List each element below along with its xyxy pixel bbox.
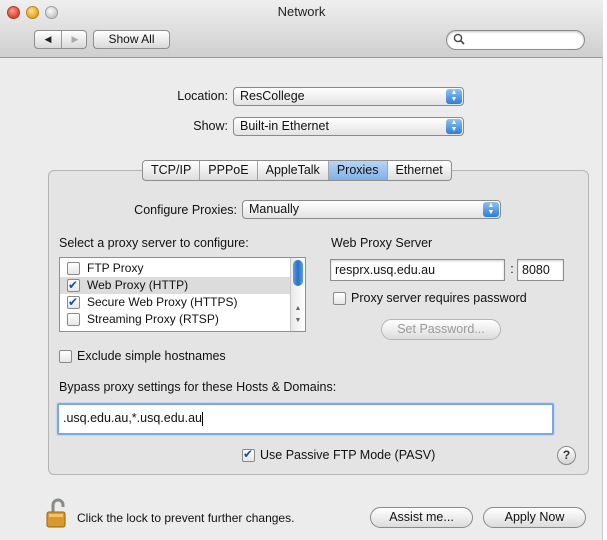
back-arrow-icon[interactable]: ◀ [35, 34, 61, 45]
web-proxy-server-heading: Web Proxy Server [331, 236, 433, 250]
requires-password-label: Proxy server requires password [351, 291, 527, 305]
exclude-hostnames-label: Exclude simple hostnames [77, 349, 226, 363]
proxy-host-field[interactable]: resprx.usq.edu.au [330, 259, 505, 281]
proxy-port-field[interactable]: 8080 [517, 259, 564, 281]
location-label: Location: [177, 89, 228, 103]
scroll-down-arrow-icon[interactable]: ▼ [291, 317, 305, 324]
show-popup[interactable]: Built-in Ethernet ▲ ▼ [233, 117, 464, 136]
lock-message: Click the lock to prevent further change… [77, 511, 295, 525]
tab-proxies[interactable]: Proxies [328, 161, 388, 180]
configure-proxies-label: Configure Proxies: [134, 203, 237, 217]
select-proxy-label: Select a proxy server to configure: [59, 236, 249, 250]
tab-tcpip[interactable]: TCP/IP [143, 161, 201, 180]
search-icon [453, 33, 465, 48]
tab-pppoe[interactable]: PPPoE [200, 161, 258, 180]
list-item-ftp-proxy[interactable]: FTP Proxy [60, 260, 291, 277]
location-value: ResCollege [240, 89, 305, 103]
lock-icon[interactable] [44, 498, 72, 530]
list-scrollbar[interactable]: ▲ ▼ [290, 258, 305, 331]
show-all-button[interactable]: Show All [93, 30, 170, 49]
tab-appletalk[interactable]: AppleTalk [258, 161, 329, 180]
streaming-proxy-checkbox[interactable] [67, 313, 80, 326]
proxy-protocol-list: FTP Proxy Web Proxy (HTTP) Secure Web Pr… [59, 257, 306, 332]
bypass-hosts-field[interactable]: .usq.edu.au,*.usq.edu.au [57, 403, 554, 435]
passive-ftp-label: Use Passive FTP Mode (PASV) [260, 448, 436, 462]
web-proxy-checkbox[interactable] [67, 277, 80, 294]
passive-ftp-option[interactable]: Use Passive FTP Mode (PASV) [242, 447, 462, 464]
network-preferences-window: Network ◀ ▶ Show All Location: ResColleg… [0, 0, 603, 540]
secure-web-proxy-checkbox[interactable] [67, 294, 80, 311]
list-item-label: Web Proxy (HTTP) [87, 278, 189, 292]
location-popup[interactable]: ResCollege ▲ ▼ [233, 87, 464, 106]
list-item-label: Streaming Proxy (RTSP) [87, 312, 219, 326]
list-item-label: Secure Web Proxy (HTTPS) [87, 295, 238, 309]
bypass-hosts-value: .usq.edu.au,*.usq.edu.au [63, 411, 203, 425]
show-value: Built-in Ethernet [240, 119, 329, 133]
show-label: Show: [193, 119, 228, 133]
apply-now-button[interactable]: Apply Now [483, 507, 586, 528]
requires-password-checkbox[interactable] [333, 292, 346, 305]
list-item-web-proxy[interactable]: Web Proxy (HTTP) [60, 277, 291, 294]
title-bar: Network ◀ ▶ Show All [0, 0, 603, 58]
requires-password-option[interactable]: Proxy server requires password [333, 291, 553, 307]
configure-proxies-value: Manually [249, 202, 300, 216]
list-item-streaming-proxy[interactable]: Streaming Proxy (RTSP) [60, 311, 291, 328]
help-button[interactable]: ? [557, 446, 576, 465]
tab-bar: TCP/IP PPPoE AppleTalk Proxies Ethernet [142, 160, 452, 181]
text-cursor [202, 411, 204, 426]
port-separator: : [510, 262, 514, 276]
set-password-button[interactable]: Set Password... [381, 319, 501, 340]
ftp-proxy-checkbox[interactable] [67, 262, 80, 275]
exclude-hostnames-checkbox[interactable] [59, 350, 72, 363]
popup-stepper-icon: ▲ ▼ [483, 202, 499, 217]
popup-stepper-icon: ▲ ▼ [446, 89, 462, 104]
assist-me-button[interactable]: Assist me... [370, 507, 473, 528]
tab-ethernet[interactable]: Ethernet [388, 161, 451, 180]
exclude-hostnames-option[interactable]: Exclude simple hostnames [59, 349, 259, 365]
search-input[interactable] [446, 30, 585, 50]
bypass-label: Bypass proxy settings for these Hosts & … [59, 380, 337, 394]
back-forward-control: ◀ ▶ [34, 30, 87, 49]
scroll-thumb[interactable] [293, 260, 303, 286]
popup-stepper-icon: ▲ ▼ [446, 119, 462, 134]
scroll-up-arrow-icon[interactable]: ▲ [291, 305, 305, 312]
configure-proxies-popup[interactable]: Manually ▲ ▼ [242, 200, 501, 219]
list-item-label: FTP Proxy [87, 261, 144, 275]
window-title: Network [277, 4, 326, 19]
list-item-secure-web-proxy[interactable]: Secure Web Proxy (HTTPS) [60, 294, 291, 311]
passive-ftp-checkbox[interactable] [242, 447, 255, 462]
forward-arrow-icon[interactable]: ▶ [62, 34, 88, 45]
